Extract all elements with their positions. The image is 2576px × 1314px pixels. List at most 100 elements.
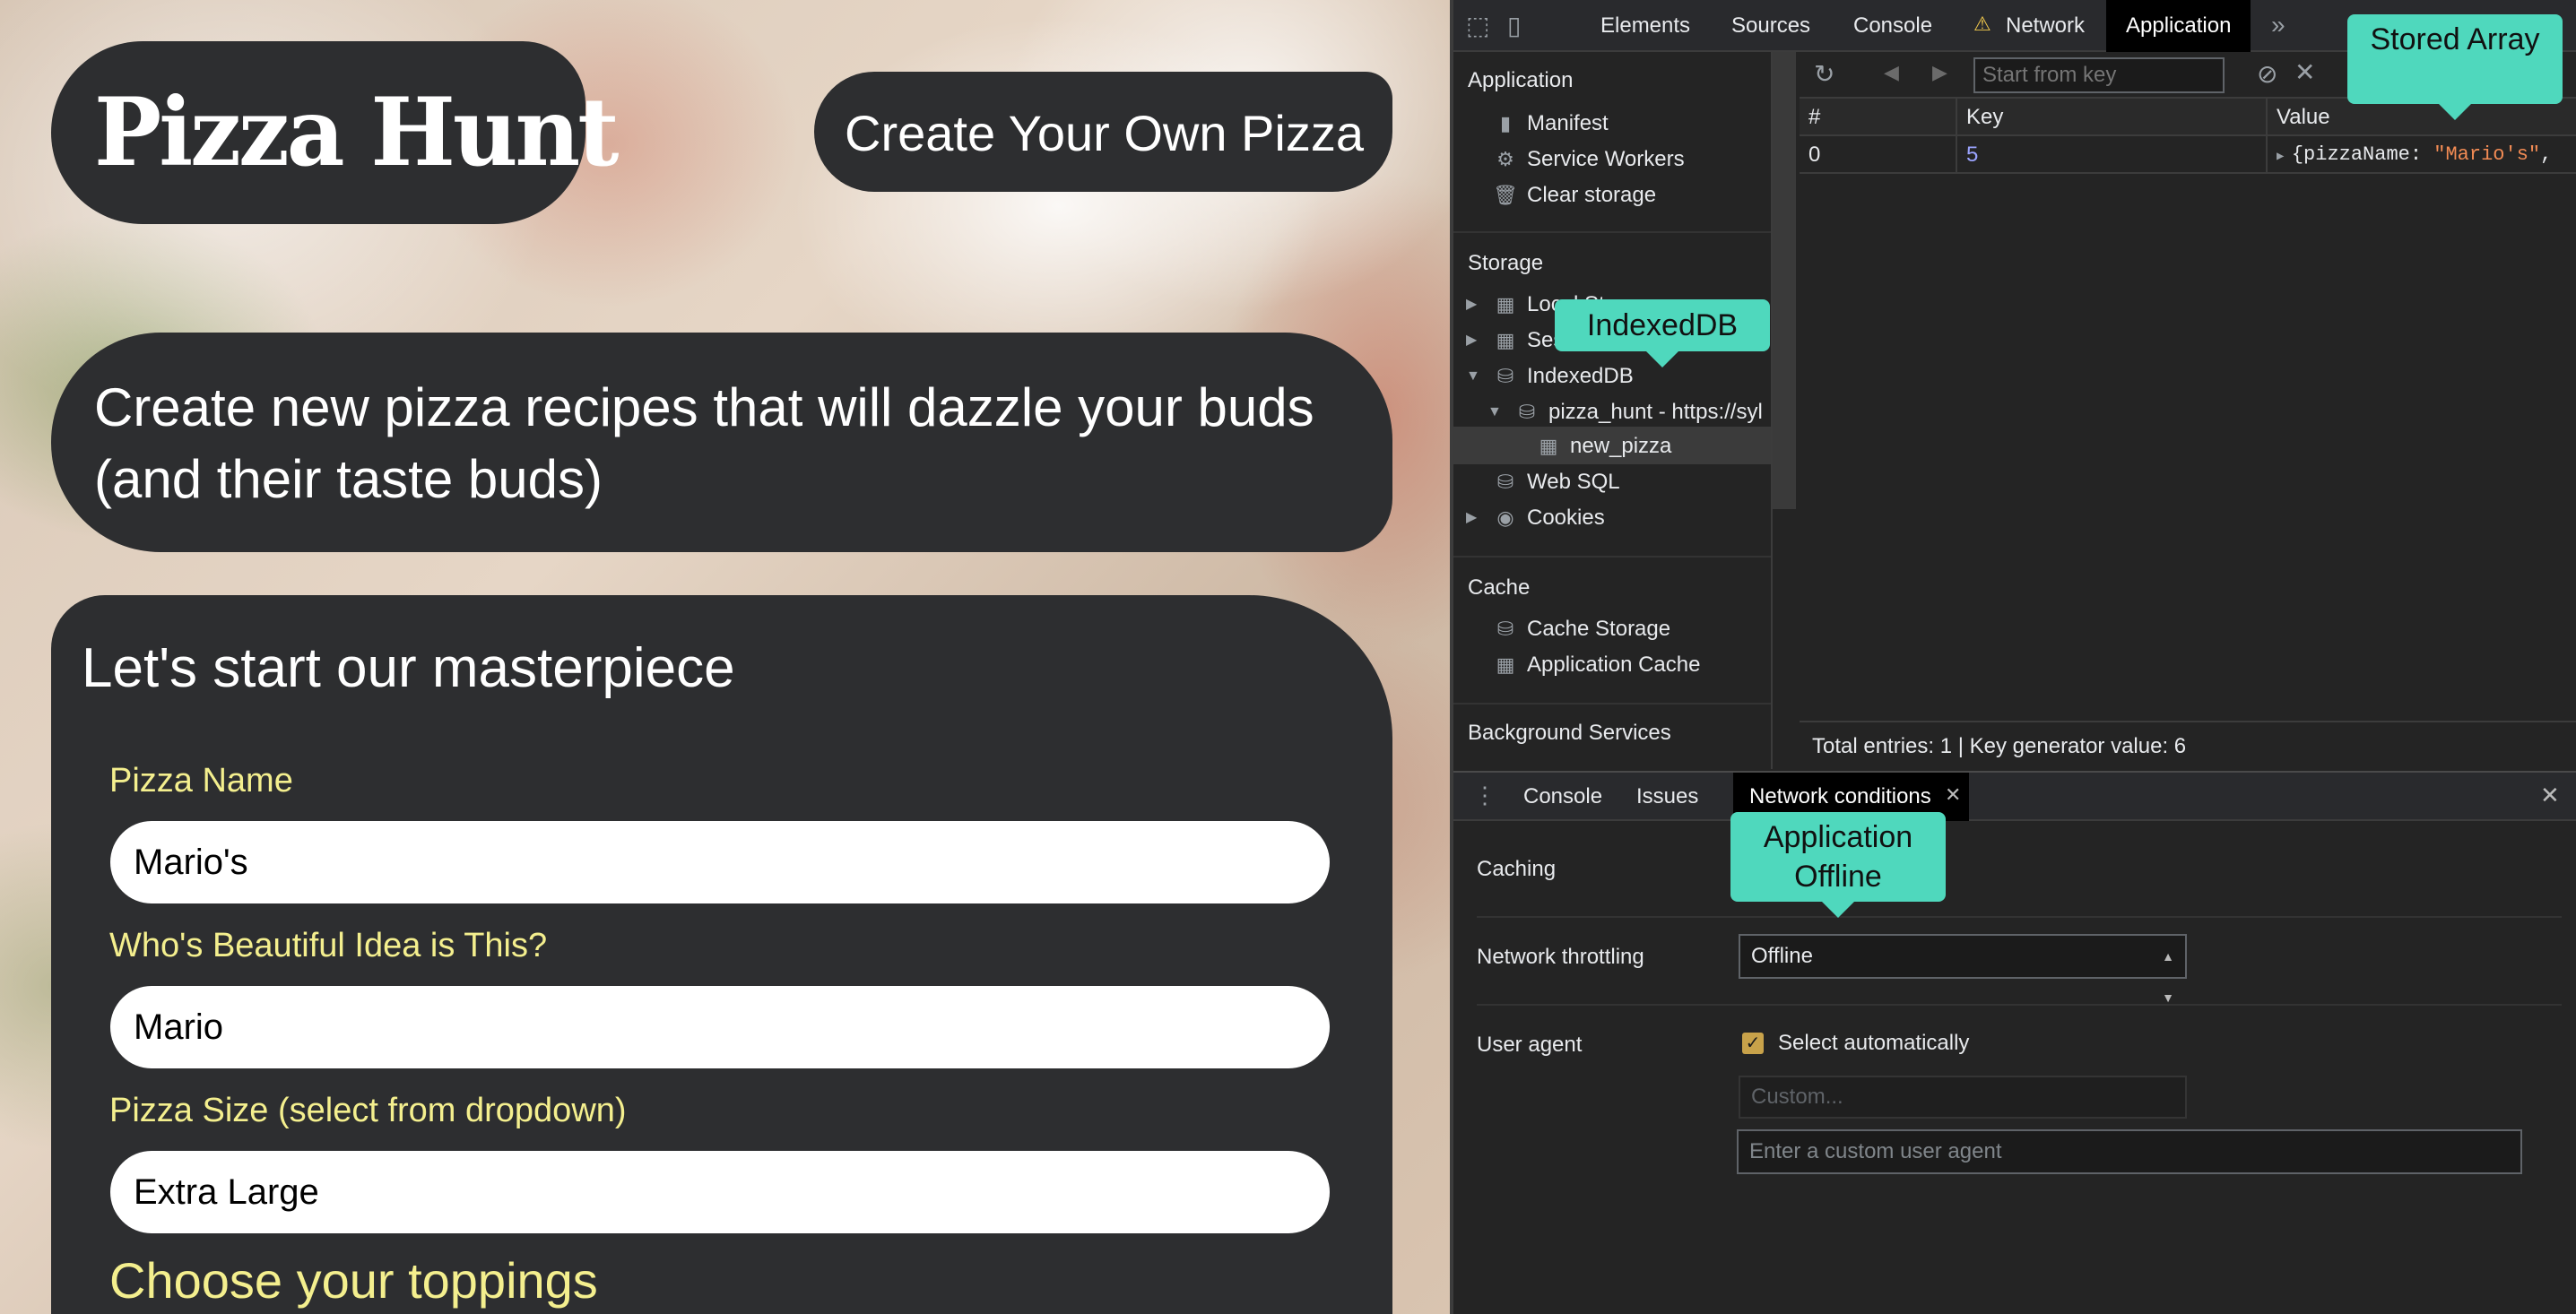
- close-tab-icon[interactable]: ✕: [1945, 783, 1961, 807]
- callout-application-offline: Application Offline: [1730, 812, 1946, 918]
- column-header-index[interactable]: #: [1800, 99, 1957, 136]
- pizza-form: Let's start our masterpiece Pizza Name W…: [51, 595, 1392, 1314]
- section-background-services: Background Services: [1468, 721, 1671, 745]
- drawer-menu-icon[interactable]: ⋮: [1473, 782, 1496, 809]
- grid-icon: ▦: [1496, 293, 1515, 316]
- table-status: Total entries: 1 | Key generator value: …: [1800, 721, 2576, 769]
- sidebar-item-cookies[interactable]: ▶ ◉ Cookies: [1466, 500, 1605, 536]
- section-application: Application: [1468, 68, 1574, 92]
- database-icon: ⛁: [1496, 365, 1514, 387]
- device-toolbar-icon[interactable]: ▯: [1507, 11, 1521, 40]
- user-agent-label: User agent: [1477, 1033, 1583, 1057]
- cell-key[interactable]: 5: [1957, 136, 2268, 174]
- value-string: "Mario's": [2433, 143, 2541, 166]
- grid-icon: ▦: [1496, 653, 1515, 676]
- close-drawer-icon[interactable]: ✕: [2540, 782, 2560, 809]
- sidebar-scrollbar[interactable]: [1773, 52, 1796, 509]
- expand-arrow-icon: ▶: [1466, 333, 1478, 348]
- divider: [1477, 1004, 2562, 1006]
- tab-sources[interactable]: Sources: [1712, 0, 1830, 52]
- throttling-label: Network throttling: [1477, 945, 1644, 969]
- sidebar-item-application-cache[interactable]: ▦ Application Cache: [1493, 647, 1701, 683]
- drawer-tabbar: ⋮ Console Issues Network conditions ✕ ✕: [1453, 773, 2576, 821]
- delete-selected-icon[interactable]: ✕: [2294, 57, 2315, 87]
- more-tabs-icon[interactable]: »: [2271, 11, 2285, 39]
- created-by-input[interactable]: [110, 986, 1330, 1068]
- expand-arrow-icon[interactable]: ▶: [2277, 150, 2292, 164]
- tab-console[interactable]: Console: [1834, 0, 1952, 52]
- sidebar-item-new-pizza[interactable]: ▦ new_pizza: [1536, 428, 1672, 464]
- section-cache: Cache: [1468, 575, 1531, 600]
- clear-object-store-icon[interactable]: ⊘: [2257, 59, 2277, 89]
- sidebar-item-indexeddb[interactable]: ▼ ⛁ IndexedDB: [1466, 359, 1634, 394]
- grid-icon: ▦: [1539, 435, 1558, 457]
- column-header-value[interactable]: Value: [2268, 99, 2576, 136]
- sidebar-item-clear-storage[interactable]: 🗑 Clear storage: [1493, 177, 1656, 213]
- sidebar-item-pizza-hunt-db[interactable]: ▼ ⛁ pizza_hunt - https://syl: [1487, 394, 1763, 430]
- create-pizza-label: Create Your Own Pizza: [845, 105, 1364, 161]
- pizza-hunt-page: Pizza Hunt Create Your Own Pizza Create …: [0, 0, 1450, 1314]
- section-storage: Storage: [1468, 251, 1544, 275]
- divider: [1477, 916, 2562, 918]
- database-icon: ⛁: [1518, 401, 1536, 423]
- cell-value[interactable]: ▶ {pizzaName: "Mario's",: [2268, 136, 2576, 174]
- form-title: Let's start our masterpiece: [82, 637, 735, 699]
- toppings-title: Choose your toppings: [109, 1252, 598, 1309]
- collapse-arrow-icon: ▼: [1487, 404, 1502, 419]
- collapse-arrow-icon: ▼: [1466, 368, 1480, 384]
- divider: [1453, 556, 1771, 558]
- next-page-icon[interactable]: ▶: [1932, 61, 1947, 84]
- application-sidebar: Application ▮ Manifest ⚙ Service Workers 🗑…: [1453, 52, 1773, 769]
- file-icon: ▮: [1499, 112, 1512, 134]
- logo-text: Pizza Hunt: [94, 76, 619, 187]
- grid-icon: ▦: [1496, 329, 1515, 351]
- devtools-drawer: ⋮ Console Issues Network conditions ✕ ✕ …: [1453, 771, 2576, 1314]
- sidebar-item-manifest[interactable]: ▮ Manifest: [1493, 106, 1609, 142]
- database-icon: ⛁: [1496, 618, 1514, 640]
- network-throttling-select[interactable]: Offline ▲ ▼: [1739, 934, 2187, 1005]
- callout-indexeddb: IndexedDB: [1555, 299, 1770, 367]
- create-pizza-link[interactable]: Create Your Own Pizza: [814, 72, 1392, 192]
- pizza-name-label: Pizza Name: [109, 762, 293, 800]
- divider: [1453, 231, 1771, 233]
- gear-icon: ⚙: [1496, 148, 1514, 170]
- select-automatically-label: Select automatically: [1778, 1031, 1970, 1055]
- refresh-icon[interactable]: ↻: [1814, 59, 1834, 89]
- sidebar-item-cache-storage[interactable]: ⛁ Cache Storage: [1493, 611, 1670, 647]
- value-suffix: ,: [2540, 143, 2553, 166]
- select-automatically-checkbox[interactable]: ✓: [1742, 1033, 1764, 1054]
- cookie-icon: ◉: [1496, 506, 1514, 529]
- indexeddb-table-view: ↻ ◀ ▶ ⊘ ✕ # Key Value 0 5 ▶ {pizzaName: …: [1800, 52, 2576, 769]
- dropdown-icon: ▲ ▼: [2162, 949, 2174, 1005]
- drawer-tab-console[interactable]: Console: [1507, 773, 1618, 821]
- value-prefix: {pizzaName:: [2291, 143, 2434, 166]
- sidebar-item-service-workers[interactable]: ⚙ Service Workers: [1493, 142, 1684, 177]
- custom-user-agent-input[interactable]: [1737, 1129, 2522, 1174]
- divider: [1453, 703, 1771, 705]
- inspect-element-icon[interactable]: ⬚: [1466, 11, 1489, 40]
- pizza-name-input[interactable]: [110, 821, 1330, 903]
- caching-label: Caching: [1477, 857, 1557, 881]
- tab-application[interactable]: Application: [2106, 0, 2251, 52]
- callout-stored-array: Stored Array: [2347, 14, 2563, 120]
- drawer-tab-issues[interactable]: Issues: [1620, 773, 1714, 821]
- database-icon: ⛁: [1496, 471, 1514, 493]
- pizza-size-label: Pizza Size (select from dropdown): [109, 1092, 627, 1129]
- start-from-key-input[interactable]: [1973, 57, 2225, 93]
- created-by-label: Who's Beautiful Idea is This?: [109, 927, 548, 964]
- tagline-card: Create new pizza recipes that will dazzl…: [51, 333, 1392, 552]
- sidebar-item-web-sql[interactable]: ⛁ Web SQL: [1493, 464, 1620, 500]
- tab-elements[interactable]: Elements: [1581, 0, 1710, 52]
- column-header-key[interactable]: Key: [1957, 99, 2268, 136]
- trash-icon: 🗑: [1493, 184, 1518, 206]
- expand-arrow-icon: ▶: [1466, 510, 1478, 525]
- logo-link[interactable]: Pizza Hunt: [51, 41, 619, 224]
- custom-user-agent-select[interactable]: Custom...: [1739, 1076, 2187, 1119]
- cell-index[interactable]: 0: [1800, 136, 1957, 174]
- tab-network[interactable]: Network: [1981, 0, 2104, 52]
- tagline-text: Create new pizza recipes that will dazzl…: [94, 377, 1314, 509]
- pizza-size-select[interactable]: [110, 1151, 1330, 1233]
- previous-page-icon[interactable]: ◀: [1884, 61, 1899, 84]
- expand-arrow-icon: ▶: [1466, 297, 1478, 312]
- devtools-panel: ⬚ ▯ Elements Sources Console ⚠ Network A…: [1450, 0, 2576, 1314]
